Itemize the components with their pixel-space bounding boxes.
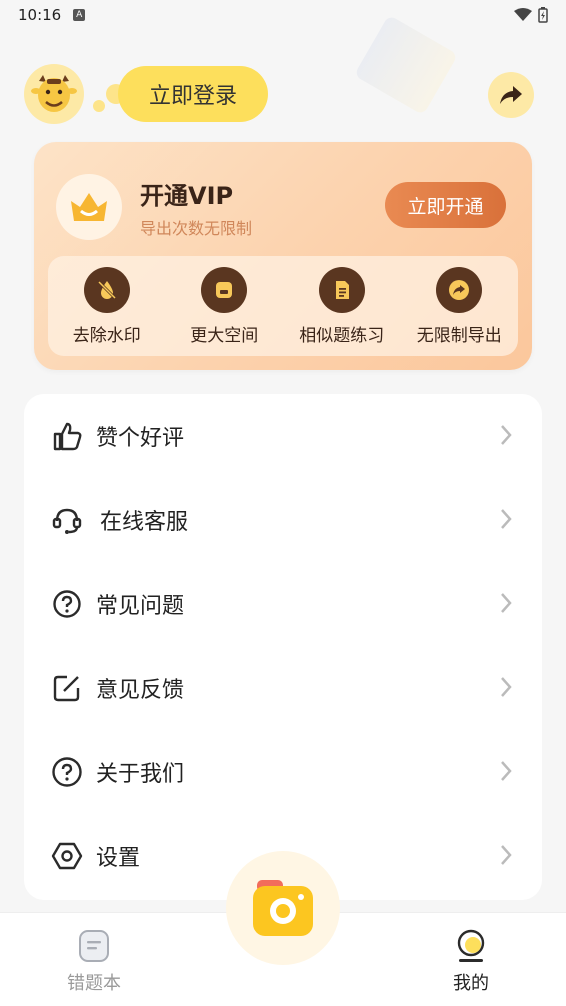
edit-icon <box>50 671 84 705</box>
settings-menu: 赞个好评 在线客服 常见问题 意见反馈 关于我们 设置 <box>24 394 542 900</box>
storage-icon <box>201 266 248 313</box>
menu-item-support[interactable]: 在线客服 <box>24 478 542 562</box>
chevron-right-icon <box>501 425 512 445</box>
perk-label: 更大空间 <box>190 325 259 346</box>
perk-label: 无限制导出 <box>416 325 502 346</box>
notebook-icon <box>79 930 109 962</box>
tab-label: 错题本 <box>67 973 121 994</box>
menu-item-label: 意见反馈 <box>96 678 185 703</box>
battery-icon <box>538 7 548 23</box>
menu-item-faq[interactable]: 常见问题 <box>24 562 542 646</box>
question-icon <box>50 587 84 621</box>
vip-subtitle: 导出次数无限制 <box>140 219 253 238</box>
menu-item-label: 关于我们 <box>96 762 185 787</box>
share-button[interactable] <box>488 72 534 118</box>
tab-notebook[interactable]: 错题本 <box>34 929 154 995</box>
menu-item-label: 常见问题 <box>96 594 185 619</box>
vip-title: 开通VIP <box>140 182 234 210</box>
perk-label: 相似题练习 <box>299 325 385 346</box>
menu-item-label: 赞个好评 <box>96 426 185 451</box>
camera-button[interactable] <box>226 851 340 965</box>
bubble-dot <box>93 100 105 112</box>
crown-badge <box>56 174 122 240</box>
menu-item-about[interactable]: 关于我们 <box>24 730 542 814</box>
document-icon <box>318 266 365 313</box>
perk-label: 去除水印 <box>72 325 141 346</box>
avatar[interactable] <box>24 64 84 124</box>
perk-remove-watermark[interactable]: 去除水印 <box>51 266 163 346</box>
menu-item-label: 设置 <box>96 846 141 871</box>
perk-unlimited-export[interactable]: 无限制导出 <box>403 266 515 346</box>
watermark-remove-icon <box>83 266 130 313</box>
question-icon <box>50 755 84 789</box>
wifi-icon <box>514 8 532 21</box>
status-time: 10:16 <box>18 6 62 24</box>
perk-more-storage[interactable]: 更大空间 <box>168 266 280 346</box>
menu-item-label: 在线客服 <box>100 510 189 535</box>
chevron-right-icon <box>501 761 512 781</box>
menu-item-rate[interactable]: 赞个好评 <box>24 394 542 478</box>
login-button[interactable]: 立即登录 <box>118 66 268 122</box>
tab-profile[interactable]: 我的 <box>411 929 531 995</box>
thumbs-up-icon <box>50 419 84 453</box>
chevron-right-icon <box>501 509 512 529</box>
vip-open-button[interactable]: 立即开通 <box>385 182 506 228</box>
menu-item-feedback[interactable]: 意见反馈 <box>24 646 542 730</box>
export-icon <box>436 266 483 313</box>
cow-avatar-icon <box>31 75 77 112</box>
crown-icon <box>71 193 107 221</box>
perk-similar-practice[interactable]: 相似题练习 <box>286 266 398 346</box>
vip-perks: 去除水印 更大空间 相似题练习 无限制导出 <box>48 256 518 356</box>
camera-icon <box>253 880 313 936</box>
status-bar: 10:16 A <box>0 0 566 30</box>
notification-a-icon: A <box>73 9 86 21</box>
chevron-right-icon <box>501 677 512 697</box>
vip-card: 开通VIP 导出次数无限制 立即开通 去除水印 更大空间 相似题练习 无限制导出 <box>34 142 532 370</box>
chevron-right-icon <box>501 593 512 613</box>
share-icon <box>500 86 522 104</box>
tab-label: 我的 <box>453 973 489 994</box>
headset-icon <box>50 503 84 537</box>
chevron-right-icon <box>501 845 512 865</box>
status-icons <box>514 7 548 23</box>
settings-icon <box>50 839 84 873</box>
profile-icon <box>457 929 485 962</box>
